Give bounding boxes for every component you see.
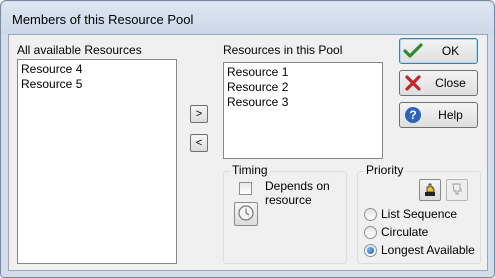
hand-pointer-down-icon bbox=[449, 181, 465, 200]
svg-text:?: ? bbox=[409, 108, 416, 122]
dialog-body: All available Resources Resource 4 Resou… bbox=[8, 34, 488, 271]
circulate-label: Circulate bbox=[381, 225, 429, 239]
timing-settings-button[interactable] bbox=[234, 202, 258, 226]
priority-title: Priority bbox=[364, 163, 406, 177]
help-label: Help bbox=[438, 108, 463, 122]
close-icon bbox=[403, 74, 423, 92]
checkmark-icon bbox=[403, 42, 423, 60]
list-item[interactable]: Resource 4 bbox=[21, 62, 173, 77]
ok-label: OK bbox=[441, 44, 460, 58]
remove-from-pool-button[interactable]: < bbox=[190, 134, 208, 152]
list-sequence-radio[interactable] bbox=[364, 208, 377, 221]
longest-available-radio[interactable] bbox=[364, 244, 377, 257]
window-title: Members of this Resource Pool bbox=[12, 12, 194, 27]
available-resources-label: All available Resources bbox=[17, 43, 142, 57]
resource-pool-dialog: Members of this Resource Pool All availa… bbox=[0, 0, 495, 278]
available-resources-list[interactable]: Resource 4 Resource 5 bbox=[17, 59, 177, 264]
list-item[interactable]: Resource 5 bbox=[21, 77, 173, 92]
list-item[interactable]: Resource 3 bbox=[227, 95, 379, 110]
help-icon: ? bbox=[403, 106, 423, 124]
chevron-right-icon: > bbox=[195, 108, 203, 120]
chevron-left-icon: < bbox=[195, 137, 203, 149]
priority-up-button[interactable] bbox=[419, 179, 441, 201]
depends-on-label-line2: resource bbox=[265, 193, 312, 207]
longest-available-label: Longest Available bbox=[381, 243, 475, 257]
pool-resources-label: Resources in this Pool bbox=[223, 43, 343, 57]
ok-button[interactable]: OK bbox=[399, 38, 478, 64]
circulate-radio[interactable] bbox=[364, 226, 377, 239]
timing-title: Timing bbox=[230, 163, 270, 177]
title-bar[interactable]: Members of this Resource Pool bbox=[2, 2, 493, 34]
depends-on-label-line1: Depends on bbox=[265, 179, 330, 193]
list-sequence-label: List Sequence bbox=[381, 207, 458, 221]
hand-pointer-icon bbox=[422, 181, 438, 200]
add-to-pool-button[interactable]: > bbox=[190, 105, 208, 123]
help-button[interactable]: ? Help bbox=[399, 102, 478, 128]
depends-on-resource-checkbox[interactable] bbox=[239, 182, 252, 195]
list-item[interactable]: Resource 1 bbox=[227, 65, 379, 80]
priority-down-button[interactable] bbox=[446, 179, 468, 201]
clock-icon bbox=[237, 204, 255, 225]
close-button[interactable]: Close bbox=[399, 70, 478, 96]
pool-resources-list[interactable]: Resource 1 Resource 2 Resource 3 bbox=[223, 62, 383, 159]
list-item[interactable]: Resource 2 bbox=[227, 80, 379, 95]
close-label: Close bbox=[435, 76, 466, 90]
